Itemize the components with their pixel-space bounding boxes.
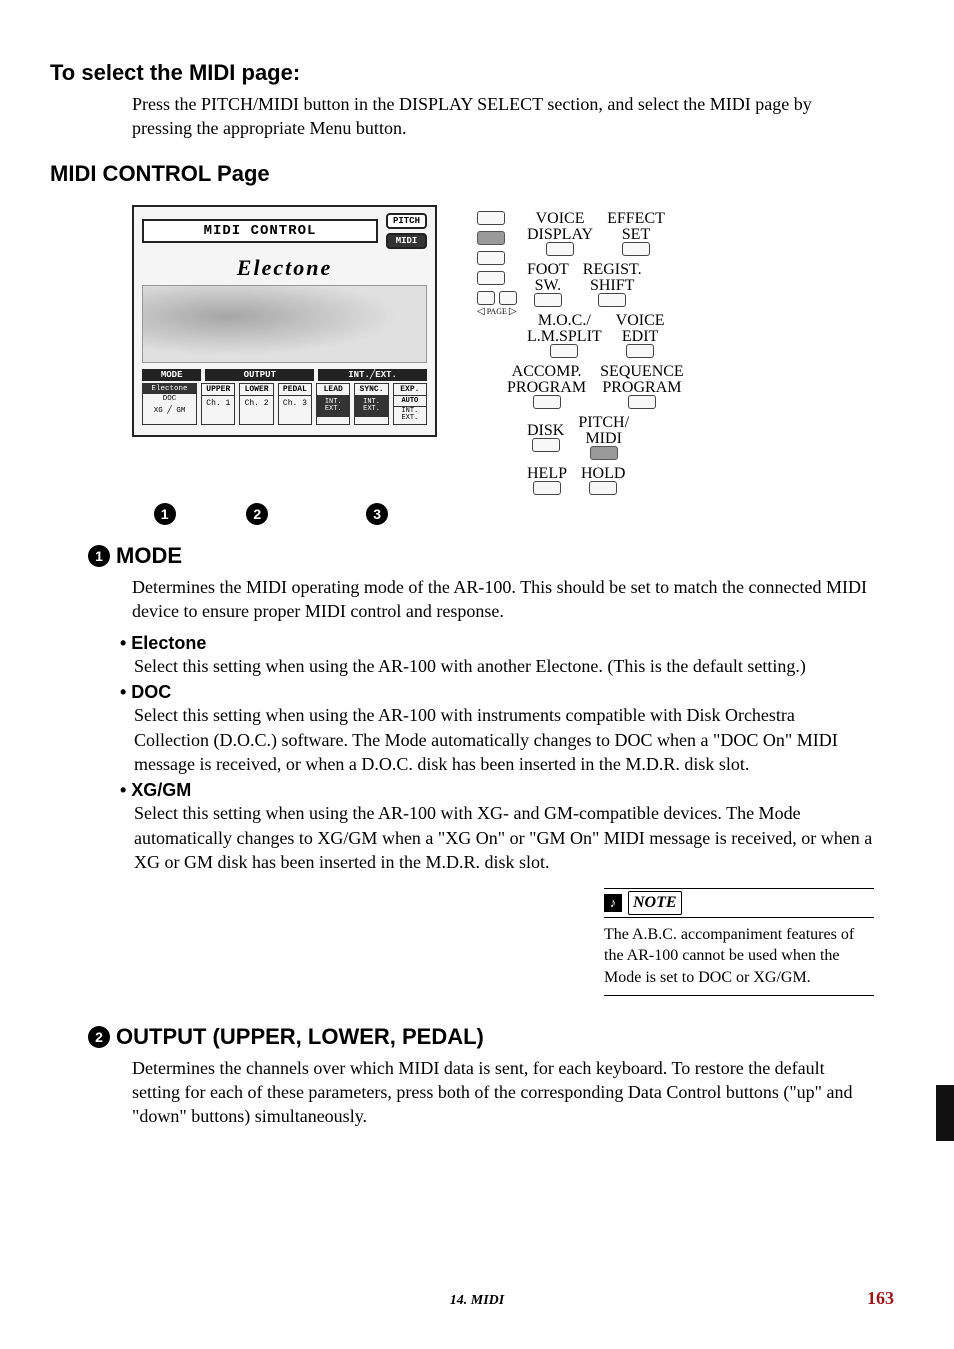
output-heading-text: OUTPUT (UPPER, LOWER, PEDAL)	[116, 1024, 484, 1050]
item-electone-text: Select this setting when using the AR-10…	[134, 654, 874, 678]
panel-figure: MIDI CONTROL PITCH MIDI Electone MODE OU…	[132, 205, 904, 495]
lcd-val-exp[interactable]: INT. EXT.	[394, 407, 426, 424]
heading-select-midi: To select the MIDI page:	[50, 60, 904, 86]
note-box: ♪ NOTE The A.B.C. accompaniment features…	[604, 888, 874, 995]
dc-side-btn-2[interactable]	[477, 231, 505, 245]
dc-page-label: PAGE	[487, 307, 507, 316]
dc-side-btn-3[interactable]	[477, 251, 505, 265]
dc-lbl-regist-shift: REGIST. SHIFT	[583, 262, 642, 294]
dc-btn-regist-shift[interactable]	[598, 293, 626, 307]
lcd-sub-upper: UPPER	[202, 384, 234, 396]
item-doc: • DOC Select this setting when using the…	[120, 682, 874, 776]
dc-page-right[interactable]	[499, 291, 517, 305]
callout-row: 1 2 3	[132, 503, 437, 525]
item-xg-text: Select this setting when using the AR-10…	[134, 801, 874, 874]
lcd-pitch-button[interactable]: PITCH	[386, 213, 427, 229]
lcd-sub-pedal: PEDAL	[279, 384, 311, 396]
lcd-sub-sync: SYNC.	[355, 384, 387, 396]
dc-lbl-voice-display: VOICE DISPLAY	[527, 211, 593, 243]
lcd-illustration	[142, 285, 427, 363]
dc-btn-hold[interactable]	[589, 481, 617, 495]
lcd-val-lead[interactable]: INT. EXT.	[317, 396, 349, 417]
output-description: Determines the channels over which MIDI …	[132, 1056, 874, 1129]
dc-btn-accomp[interactable]	[533, 395, 561, 409]
item-electone-label: • Electone	[120, 633, 874, 654]
lcd-hdr-mode: MODE	[142, 369, 201, 381]
callout-3: 3	[366, 503, 388, 525]
section-heading-output: 2 OUTPUT (UPPER, LOWER, PEDAL)	[88, 1024, 904, 1050]
lcd-mode-electone[interactable]: Electone	[143, 384, 196, 394]
dc-side-btn-1[interactable]	[477, 211, 505, 225]
footer-chapter: 14. MIDI	[450, 1293, 504, 1309]
callout-1: 1	[154, 503, 176, 525]
dc-lbl-voice-edit: VOICE EDIT	[616, 313, 665, 345]
tab-edge	[936, 1085, 954, 1141]
dc-lbl-disk: DISK	[527, 423, 564, 439]
lcd-auto-label: AUTO	[394, 396, 426, 407]
note-label: NOTE	[628, 891, 682, 915]
dc-btn-seq[interactable]	[628, 395, 656, 409]
numball-2: 2	[88, 1026, 110, 1048]
lcd-val-ch1[interactable]: Ch. 1	[202, 396, 234, 411]
dc-side-btn-4[interactable]	[477, 271, 505, 285]
lcd-screen: MIDI CONTROL PITCH MIDI Electone MODE OU…	[132, 205, 437, 437]
dc-btn-effect-set[interactable]	[622, 242, 650, 256]
lcd-hdr-output: OUTPUT	[205, 369, 314, 381]
dc-lbl-foot-sw: FOOT SW.	[527, 262, 569, 294]
page-number: 163	[867, 1288, 894, 1309]
item-doc-label: • DOC	[120, 682, 874, 703]
callout-2: 2	[246, 503, 268, 525]
dc-lbl-pitch-midi: PITCH/ MIDI	[578, 415, 629, 447]
dc-btn-pitch-midi[interactable]	[590, 446, 618, 460]
lcd-sub-lead: LEAD	[317, 384, 349, 396]
lcd-val-ch3[interactable]: Ch. 3	[279, 396, 311, 411]
dc-lbl-seq: SEQUENCE PROGRAM	[600, 364, 684, 396]
item-electone: • Electone Select this setting when usin…	[120, 633, 874, 678]
lcd-val-sync[interactable]: INT. EXT.	[355, 396, 387, 417]
tri-left-icon: ◁	[477, 307, 485, 317]
mode-description: Determines the MIDI operating mode of th…	[132, 575, 874, 624]
dc-lbl-accomp: ACCOMP. PROGRAM	[507, 364, 586, 396]
lcd-sub-exp: EXP.	[394, 384, 426, 396]
intro-paragraph: Press the PITCH/MIDI button in the DISPL…	[132, 92, 874, 141]
mode-heading-text: MODE	[116, 543, 182, 569]
dc-lbl-hold: HOLD	[581, 466, 625, 482]
dc-panel: ◁ PAGE ▷ VOICE DISPLAY EFFECT SET FOOT S…	[477, 205, 684, 495]
lcd-logo: Electone	[142, 255, 427, 281]
footer: 14. MIDI	[0, 1293, 954, 1309]
dc-btn-foot-sw[interactable]	[534, 293, 562, 307]
dc-lbl-help: HELP	[527, 466, 567, 482]
item-xg: • XG/GM Select this setting when using t…	[120, 780, 874, 874]
lcd-hdr-intext: INT.╱EXT.	[318, 369, 427, 381]
numball-1: 1	[88, 545, 110, 567]
note-icon: ♪	[604, 894, 622, 912]
lcd-title: MIDI CONTROL	[142, 219, 378, 243]
lcd-mode-xg[interactable]: XG ╱ GM	[143, 404, 196, 416]
dc-lbl-effect-set: EFFECT SET	[607, 211, 665, 243]
item-xg-label: • XG/GM	[120, 780, 874, 801]
dc-btn-moc[interactable]	[550, 344, 578, 358]
heading-midi-control-page: MIDI CONTROL Page	[50, 161, 904, 187]
item-doc-text: Select this setting when using the AR-10…	[134, 703, 874, 776]
dc-btn-disk[interactable]	[532, 438, 560, 452]
tri-right-icon: ▷	[509, 307, 517, 317]
dc-btn-voice-display[interactable]	[546, 242, 574, 256]
lcd-sub-lower: LOWER	[240, 384, 272, 396]
section-heading-mode: 1 MODE	[88, 543, 904, 569]
dc-btn-voice-edit[interactable]	[626, 344, 654, 358]
dc-page-left[interactable]	[477, 291, 495, 305]
note-text: The A.B.C. accompaniment features of the…	[604, 924, 874, 996]
dc-btn-help[interactable]	[533, 481, 561, 495]
lcd-val-ch2[interactable]: Ch. 2	[240, 396, 272, 411]
dc-lbl-moc: M.O.C./ L.M.SPLIT	[527, 313, 602, 345]
lcd-mode-doc[interactable]: DOC	[143, 394, 196, 404]
lcd-midi-button[interactable]: MIDI	[386, 233, 427, 249]
